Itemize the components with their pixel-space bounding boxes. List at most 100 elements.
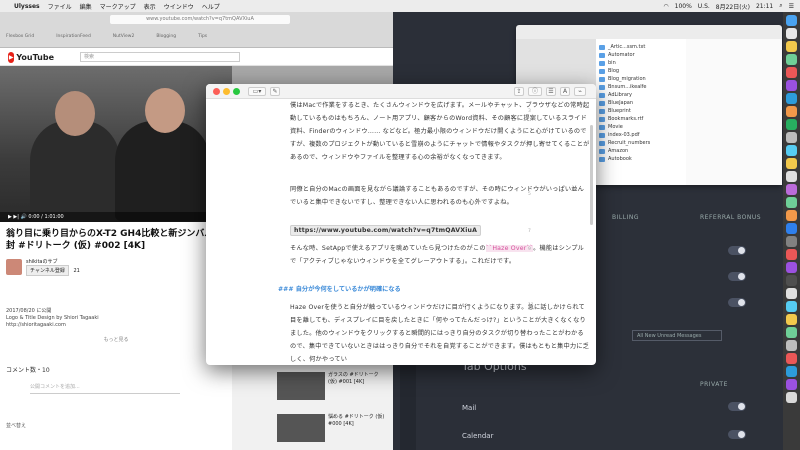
app-icon[interactable] <box>786 314 797 325</box>
zoom-button[interactable] <box>233 88 240 95</box>
minimize-button[interactable] <box>223 88 230 95</box>
font-icon[interactable]: A <box>560 87 570 96</box>
sidebar-toggle-icon[interactable]: ▭▾ <box>248 87 266 96</box>
search-input[interactable]: 検索 <box>80 52 240 62</box>
line-icon[interactable] <box>786 119 797 130</box>
app-icon[interactable] <box>786 340 797 351</box>
bookmark-item[interactable]: InspirationFeed <box>56 34 91 39</box>
toggle-switch[interactable] <box>728 298 746 307</box>
compose-icon[interactable]: ✎ <box>270 87 280 96</box>
attachment-icon[interactable]: ⌁ <box>574 87 586 96</box>
menu-view[interactable]: 表示 <box>144 2 156 11</box>
list-item[interactable]: Amazon <box>599 147 683 155</box>
video-player[interactable]: ▶ ▶| 🔊 0:00 / 1:01:00 <box>0 66 232 222</box>
list-item[interactable]: Blog <box>599 67 683 75</box>
photos-icon[interactable] <box>786 106 797 117</box>
list-item[interactable]: bin <box>599 59 683 67</box>
menu-date[interactable]: 8月22日(火) <box>716 2 750 11</box>
menu-markup[interactable]: マークアップ <box>100 2 136 11</box>
comment-input[interactable]: 公開コメントを追加... <box>30 380 180 394</box>
search-icon[interactable]: ⌕ <box>779 2 782 10</box>
menu-window[interactable]: ウインドウ <box>164 2 194 11</box>
twitter-icon[interactable] <box>786 145 797 156</box>
url-chip[interactable]: https://www.youtube.com/watch?v=q7tmQAVX… <box>290 225 482 236</box>
app-icon[interactable] <box>786 210 797 221</box>
app-icon[interactable] <box>786 379 797 390</box>
ulysses-icon[interactable] <box>786 158 797 169</box>
list-item[interactable]: Bookmarks.rtf <box>599 115 683 123</box>
bookmark-item[interactable]: Blogging <box>156 34 176 39</box>
app-icon[interactable] <box>786 223 797 234</box>
list-item[interactable]: Movie <box>599 123 683 131</box>
list-item[interactable]: Bnsum...ikealfe <box>599 83 683 91</box>
list-icon[interactable]: ☰ <box>546 87 556 96</box>
wifi-icon[interactable]: ◠ <box>663 3 668 10</box>
list-item[interactable]: Autobook <box>599 155 683 163</box>
bookmark-item[interactable]: Tips <box>198 34 207 39</box>
video-controls[interactable]: ▶ ▶| 🔊 0:00 / 1:01:00 <box>0 212 232 222</box>
list-item[interactable]: _Artic...ssm.txt <box>599 43 683 51</box>
markdown-heading[interactable]: ### 自分が今何をしているかが明確になる <box>278 284 401 293</box>
app-icon[interactable] <box>786 327 797 338</box>
trash-icon[interactable] <box>786 392 797 403</box>
address-bar[interactable]: www.youtube.com/watch?v=q7tmQAVXiuA <box>110 15 290 24</box>
messages-icon[interactable] <box>786 54 797 65</box>
toggle-switch[interactable] <box>728 246 746 255</box>
paragraph[interactable]: 僕はMacで作業をするとき、たくさんウィンドウを広げます。メールやチャット、ブラ… <box>290 99 590 164</box>
app-icon[interactable] <box>786 353 797 364</box>
related-title[interactable]: ガラスの #ドリトーク (仮) #001 [4K] <box>328 372 388 386</box>
notification-dropdown[interactable]: All New Unread Messages <box>632 330 722 341</box>
related-thumbnail[interactable] <box>277 372 325 400</box>
subscribe-button[interactable]: チャンネル登録 <box>26 265 69 276</box>
toggle-switch[interactable] <box>728 402 746 411</box>
desc-link[interactable]: http://shioritagaaki.com <box>6 322 226 329</box>
close-button[interactable] <box>213 88 220 95</box>
app-icon[interactable] <box>786 197 797 208</box>
app-icon[interactable] <box>786 262 797 273</box>
settings-icon[interactable] <box>786 132 797 143</box>
channel-name[interactable]: shikitaのサブ <box>26 258 80 265</box>
toggle-switch[interactable] <box>728 430 746 439</box>
menu-edit[interactable]: 編集 <box>80 2 92 11</box>
share-icon[interactable]: ⇪ <box>514 87 524 96</box>
mail-icon[interactable] <box>786 93 797 104</box>
menu-file[interactable]: ファイル <box>48 2 72 11</box>
list-item[interactable]: Recruit_numbers <box>599 139 683 147</box>
list-item[interactable]: Automator <box>599 51 683 59</box>
youtube-logo[interactable]: ▶ YouTube <box>8 52 54 63</box>
app-icon[interactable] <box>786 184 797 195</box>
paragraph[interactable]: そんな時、SetAppで使えるアプリを眺めていたら見つけたのがこの``Haze … <box>290 242 590 268</box>
app-icon[interactable] <box>786 288 797 299</box>
list-item[interactable]: index-03.pdf <box>599 131 683 139</box>
paragraph[interactable]: 同僚と自分のMacの画面を見ながら議論することもあるのですが、その時にウィンドウ… <box>290 183 590 209</box>
music-icon[interactable] <box>786 67 797 78</box>
notes-icon[interactable] <box>786 41 797 52</box>
related-title[interactable]: 悩める #ドリトーク (仮) #000 [4K] <box>328 414 388 428</box>
list-item[interactable]: Blueprint <box>599 107 683 115</box>
related-thumbnail[interactable] <box>277 414 325 442</box>
info-icon[interactable]: ⓘ <box>528 87 542 96</box>
app-icon[interactable] <box>786 366 797 377</box>
battery-label[interactable]: 100% <box>675 3 692 10</box>
app-icon[interactable] <box>786 171 797 182</box>
toggle-switch[interactable] <box>728 272 746 281</box>
app-icon[interactable] <box>786 249 797 260</box>
bookmark-item[interactable]: Flexbox Grid <box>6 34 34 39</box>
menu-help[interactable]: ヘルプ <box>202 2 220 11</box>
app-icon[interactable] <box>786 80 797 91</box>
finder-icon[interactable] <box>786 15 797 26</box>
app-icon[interactable] <box>786 301 797 312</box>
list-icon[interactable]: ☰ <box>789 3 794 10</box>
input-source[interactable]: U.S. <box>698 3 710 10</box>
list-item[interactable]: Blog_migration <box>599 75 683 83</box>
list-item[interactable]: AdLibrary <box>599 91 683 99</box>
channel-avatar[interactable] <box>6 259 22 275</box>
menu-app-name[interactable]: Ulysses <box>14 3 40 10</box>
paragraph[interactable]: Haze Overを使うと自分が触っているウィンドウだけに目が行くようになります… <box>290 301 590 365</box>
app-icon[interactable] <box>786 236 797 247</box>
bookmark-item[interactable]: NutView2 <box>113 34 135 39</box>
show-more-link[interactable]: もっと見る <box>6 337 226 344</box>
editor-content[interactable]: 僕はMacで作業をするとき、たくさんウィンドウを広げます。メールやチャット、ブラ… <box>206 99 596 365</box>
url-paragraph[interactable]: https://www.youtube.com/watch?v=q7tmQAVX… <box>290 224 590 237</box>
menu-time[interactable]: 21:11 <box>756 3 773 10</box>
